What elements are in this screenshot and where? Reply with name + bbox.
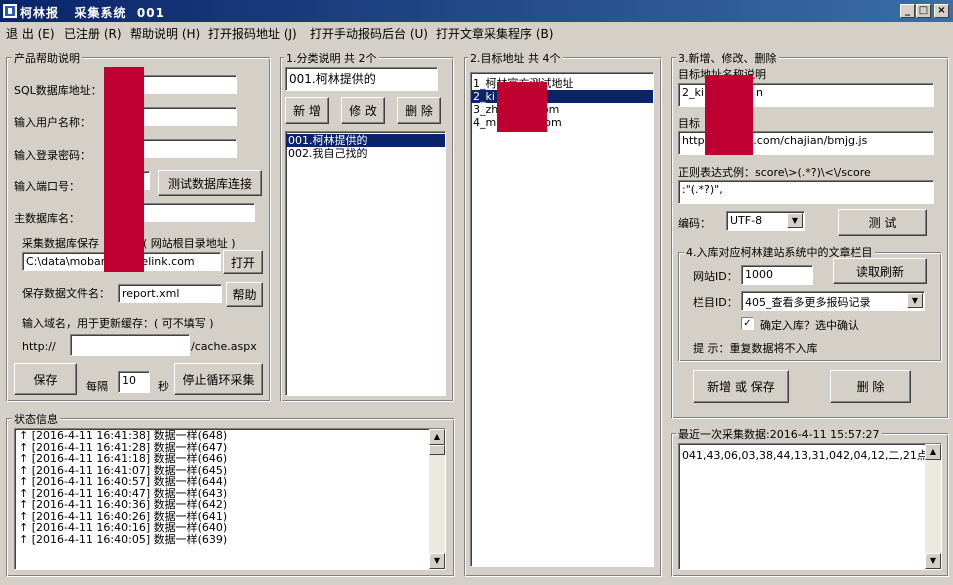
save-path-value: C:\data\moban\	[26, 255, 112, 268]
open-button[interactable]: 打开	[223, 250, 263, 274]
category-add-button[interactable]: 新 增	[285, 97, 329, 124]
category-item[interactable]: 002.我自己找的	[286, 147, 445, 160]
log-line: ↑ [2016-4-11 16:40:36] 数据一样(642)	[19, 498, 228, 511]
status-scrollbar[interactable]: ▲ ▼	[429, 429, 445, 569]
stop-loop-button[interactable]: 停止循环采集	[174, 363, 263, 395]
scroll-down-icon[interactable]: ▼	[429, 553, 445, 569]
log-line: ↑ [2016-4-11 16:41:18] 数据一样(646)	[19, 452, 228, 465]
redaction-block	[104, 67, 144, 272]
column-id-label: 栏目ID：	[693, 296, 738, 309]
seconds-label: 秒	[158, 380, 169, 393]
scroll-thumb[interactable]	[429, 445, 445, 455]
help-button[interactable]: 帮助	[226, 282, 263, 307]
target-group-label: 2.目标地址 共 4个	[468, 50, 563, 66]
log-line: ↑ [2016-4-11 16:40:57] 数据一样(644)	[19, 475, 228, 488]
category-delete-button[interactable]: 删 除	[397, 97, 441, 124]
category-list[interactable]: 001.柯林提供的 002.我自己找的	[285, 131, 446, 396]
latest-data-box[interactable]: 041,43,06,03,38,44,13,31,042,04,12,二,21点…	[678, 443, 942, 570]
cache-suffix: /cache.aspx	[191, 340, 257, 353]
encoding-value: UTF-8	[730, 214, 763, 227]
save-path-hint: ( 网站根目录地址 )	[143, 237, 236, 250]
window-title: 柯林报 采集系统 001	[20, 6, 165, 20]
confirm-label: 确定入库？选中确认	[760, 319, 859, 332]
chevron-down-icon[interactable]: ▼	[787, 213, 803, 228]
maximize-button[interactable]: □	[916, 4, 931, 18]
sql-address-label: SQL数据库地址：	[14, 84, 102, 97]
menu-open-report-url[interactable]: 打开报码地址 (J)	[208, 25, 297, 42]
edit-group-label: 3.新增、修改、删除	[676, 50, 779, 66]
column-id-value: 405_查看多更多报码记录	[745, 296, 871, 309]
tip-text: 提 示：重复数据将不入库	[693, 342, 818, 355]
status-group-label: 状态信息	[12, 411, 60, 427]
regex-label: 正则表达式例：score\>(.*?)\<\/score	[678, 166, 871, 179]
test-db-connection-button[interactable]: 测试数据库连接	[158, 170, 262, 196]
title-bar: 柯林报 采集系统 001 _ □ ×	[0, 0, 953, 22]
category-edit-button[interactable]: 修 改	[341, 97, 385, 124]
latest-group-label: 最近一次采集数据:2016-4-11 15:57:27	[676, 426, 882, 442]
filename-input[interactable]: report.xml	[118, 284, 222, 303]
scroll-up-icon[interactable]: ▲	[925, 444, 941, 460]
refresh-button[interactable]: 读取刷新	[833, 258, 927, 284]
encoding-select[interactable]: UTF-8 ▼	[726, 211, 805, 231]
domain-label: 输入域名，用于更新缓存：( 可不填写 )	[22, 317, 214, 330]
scroll-up-icon[interactable]: ▲	[429, 429, 445, 445]
interval-input[interactable]: 10	[118, 371, 150, 393]
save-path-label: 采集数据库保存	[22, 237, 99, 250]
regex-input[interactable]: :"(.*?)",	[678, 180, 934, 204]
menu-help[interactable]: 帮助说明 (H)	[130, 25, 200, 42]
product-group-label: 产品帮助说明	[12, 50, 82, 66]
save-path-suffix: elink.com	[141, 255, 195, 268]
menu-open-article-collector[interactable]: 打开文章采集程序 (B)	[436, 25, 553, 42]
category-group-label: 1.分类说明 共 2个	[284, 50, 379, 66]
site-id-input[interactable]: 1000	[741, 265, 813, 285]
scroll-down-icon[interactable]: ▼	[925, 553, 941, 569]
menu-registered[interactable]: 已注册 (R)	[64, 25, 122, 42]
http-prefix: http://	[22, 340, 56, 353]
column-id-select[interactable]: 405_查看多更多报码记录 ▼	[741, 291, 925, 311]
target-url-label: 目标	[678, 117, 700, 130]
site-id-label: 网站ID：	[693, 270, 738, 283]
target-list[interactable]: 1_柯林官方测试地址 2_ki 3_zhii.com 4_m..com	[470, 72, 654, 567]
add-or-save-button[interactable]: 新增 或 保存	[693, 370, 789, 403]
menu-open-manual-backend[interactable]: 打开手动报码后台 (U)	[310, 25, 428, 42]
target-delete-button[interactable]: 删 除	[830, 370, 911, 403]
main-db-name-label: 主数据库名：	[14, 212, 80, 225]
encoding-label: 编码：	[678, 217, 711, 230]
redaction-block	[705, 75, 753, 155]
category-item-selected[interactable]: 001.柯林提供的	[286, 134, 445, 147]
chevron-down-icon[interactable]: ▼	[907, 293, 923, 308]
test-button[interactable]: 测 试	[838, 209, 927, 236]
username-label: 输入用户名称：	[14, 116, 91, 129]
confirm-checkbox[interactable]: ✓	[741, 317, 754, 330]
port-label: 输入端口号：	[14, 180, 80, 193]
log-line: ↑ [2016-4-11 16:41:38] 数据一样(648)	[19, 429, 228, 442]
minimize-button[interactable]: _	[900, 4, 915, 18]
menu-exit[interactable]: 退 出 (E)	[6, 25, 55, 42]
status-log[interactable]: ↑ [2016-4-11 16:41:38] 数据一样(648) ↑ [2016…	[14, 428, 446, 570]
filename-label: 保存数据文件名：	[22, 287, 110, 300]
latest-scrollbar[interactable]: ▲ ▼	[925, 444, 941, 569]
log-line: ↑ [2016-4-11 16:40:16] 数据一样(640)	[19, 521, 228, 534]
redaction-block	[497, 82, 547, 132]
latest-data-text: 041,43,06,03,38,44,13,31,042,04,12,二,21点…	[682, 449, 941, 462]
log-line: ↑ [2016-4-11 16:40:05] 数据一样(639)	[19, 532, 228, 546]
close-button[interactable]: ×	[934, 4, 949, 18]
password-label: 输入登录密码：	[14, 149, 91, 162]
menu-bar: 退 出 (E) 已注册 (R) 帮助说明 (H) 打开报码地址 (J) 打开手动…	[0, 22, 953, 42]
every-label: 每隔	[86, 380, 108, 393]
domain-input[interactable]	[70, 334, 190, 356]
app-icon	[3, 4, 17, 18]
category-name-input[interactable]: 001.柯林提供的	[285, 67, 438, 91]
save-button[interactable]: 保存	[14, 363, 77, 395]
